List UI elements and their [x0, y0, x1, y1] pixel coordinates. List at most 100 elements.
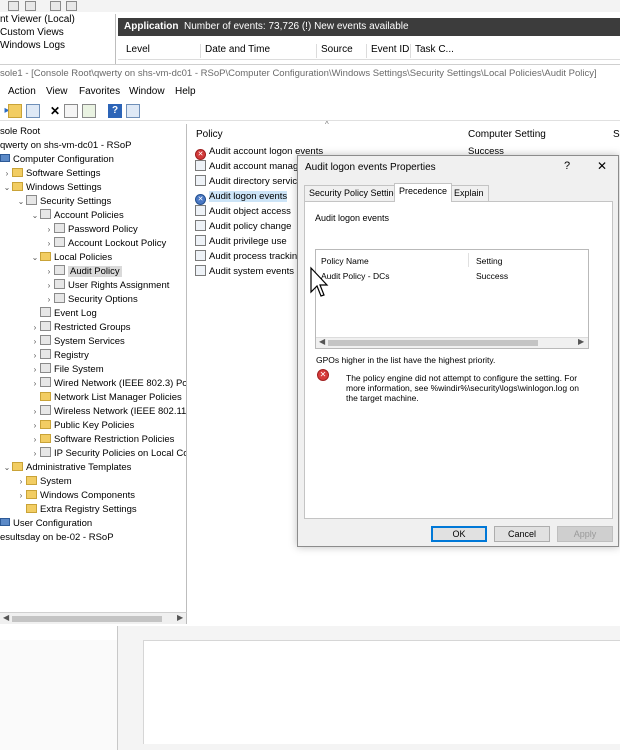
chevron-right-icon[interactable]: › [16, 475, 26, 489]
chevron-down-icon[interactable]: ⌄ [16, 195, 26, 209]
policy-row-selected[interactable]: ✕ Audit logon events [195, 190, 288, 205]
help-button[interactable]: ? [564, 160, 570, 172]
chevron-right-icon[interactable]: › [30, 419, 40, 433]
tab-explain[interactable]: Explain [449, 185, 489, 201]
custom-views-tree-item[interactable]: Custom Views [0, 27, 64, 38]
chevron-down-icon[interactable]: ⌄ [30, 251, 40, 265]
chevron-down-icon[interactable]: ⌄ [2, 461, 12, 475]
tree-item-event-log[interactable]: Event Log [30, 307, 97, 321]
chevron-down-icon[interactable]: ⌄ [2, 181, 12, 195]
scroll-right-icon[interactable]: ▶ [578, 337, 584, 346]
column-source[interactable]: Source [316, 44, 353, 58]
tree-item-account-lockout-policy[interactable]: › Account Lockout Policy [44, 237, 166, 251]
column-level[interactable]: Level [122, 44, 150, 58]
tree-horizontal-scrollbar[interactable]: ◀ ▶ [0, 612, 187, 624]
tree-item-network-list-manager[interactable]: Network List Manager Policies [30, 391, 182, 405]
precedence-column-policy-name[interactable]: Policy Name [321, 256, 369, 266]
tree-item-user-configuration[interactable]: User Configuration [0, 517, 92, 531]
tree-item-registry[interactable]: › Registry [30, 349, 89, 363]
chevron-down-icon[interactable]: ⌄ [30, 209, 40, 223]
tree-item-wireless-network[interactable]: › Wireless Network (IEEE 802.11) P [30, 405, 186, 419]
toolbar-icon[interactable] [66, 1, 77, 11]
chevron-right-icon[interactable]: › [44, 293, 54, 307]
chevron-right-icon[interactable]: › [30, 377, 40, 391]
scrollbar-thumb[interactable] [12, 616, 162, 622]
tree-item-windows-settings[interactable]: ⌄ Windows Settings [2, 181, 102, 195]
tree-item-public-key-policies[interactable]: › Public Key Policies [30, 419, 134, 433]
help-icon[interactable] [50, 1, 61, 11]
policy-row[interactable]: Audit policy change [195, 220, 291, 234]
toolbar-icon[interactable] [8, 1, 19, 11]
column-task-category[interactable]: Task C... [410, 44, 454, 58]
help-pane-icon[interactable] [126, 104, 140, 118]
policy-row[interactable]: Audit directory servic [195, 175, 297, 189]
scroll-right-icon[interactable]: ▶ [177, 613, 183, 622]
tree-item-security-settings[interactable]: ⌄ Security Settings [16, 195, 111, 209]
delete-icon[interactable]: ✕ [48, 104, 62, 118]
up-folder-icon[interactable] [8, 104, 22, 118]
chevron-right-icon[interactable]: › [44, 265, 54, 279]
chevron-right-icon[interactable]: › [44, 237, 54, 251]
tab-security-policy-setting[interactable]: Security Policy Setting [304, 185, 404, 201]
chevron-right-icon[interactable]: › [30, 363, 40, 377]
tree-item-file-system[interactable]: › File System [30, 363, 104, 377]
menu-help[interactable]: Help [175, 86, 196, 97]
tree-item-extra-registry-settings[interactable]: Extra Registry Settings [16, 503, 137, 517]
toolbar-icon[interactable] [25, 1, 36, 11]
tree-item-console-root[interactable]: sole Root [0, 125, 40, 139]
policy-row[interactable]: Audit object access [195, 205, 291, 219]
menu-action[interactable]: Action [8, 86, 36, 97]
policy-row[interactable]: Audit process tracking [195, 250, 302, 264]
export-icon[interactable] [82, 104, 96, 118]
tree-item-user-rights-assignment[interactable]: › User Rights Assignment [44, 279, 169, 293]
policy-row[interactable]: Audit system events [195, 265, 294, 279]
tree-item-system-services[interactable]: › System Services [30, 335, 125, 349]
chevron-right-icon[interactable]: › [30, 405, 40, 419]
precedence-list[interactable]: Policy Name Setting Audit Policy - DCs S… [315, 249, 589, 349]
chevron-right-icon[interactable]: › [30, 349, 40, 363]
tree-item-software-settings[interactable]: › Software Settings [2, 167, 100, 181]
ok-button[interactable]: OK [431, 526, 487, 542]
policy-row[interactable]: Audit account manag [195, 160, 298, 174]
tree-item-system[interactable]: › System [16, 475, 72, 489]
help-icon[interactable]: ? [108, 104, 122, 118]
tree-item-windows-components[interactable]: › Windows Components [16, 489, 135, 503]
tree-item-account-policies[interactable]: ⌄ Account Policies [30, 209, 124, 223]
column-event-id[interactable]: Event ID [366, 44, 409, 58]
properties-icon[interactable] [64, 104, 78, 118]
tree-item-computer-configuration[interactable]: Computer Configuration [0, 153, 114, 167]
tree-item-software-restriction[interactable]: › Software Restriction Policies [30, 433, 174, 447]
windows-logs-tree-item[interactable]: Windows Logs [0, 40, 65, 51]
column-policy[interactable]: Policy [196, 129, 223, 140]
chevron-right-icon[interactable]: › [44, 279, 54, 293]
cancel-button[interactable]: Cancel [494, 526, 550, 542]
policy-row[interactable]: Audit privilege use [195, 235, 287, 249]
tree-item-restricted-groups[interactable]: › Restricted Groups [30, 321, 131, 335]
menu-view[interactable]: View [46, 86, 68, 97]
scroll-left-icon[interactable]: ◀ [3, 613, 9, 622]
tree-item-administrative-templates[interactable]: ⌄ Administrative Templates [2, 461, 131, 475]
precedence-row-policy[interactable]: Audit Policy - DCs [321, 271, 390, 281]
chevron-right-icon[interactable]: › [30, 433, 40, 447]
chevron-right-icon[interactable]: › [30, 321, 40, 335]
tree-item-wired-network[interactable]: › Wired Network (IEEE 802.3) Polic [30, 377, 186, 391]
column-date-time[interactable]: Date and Time [200, 44, 270, 58]
chevron-right-icon[interactable]: › [2, 167, 12, 181]
column-computer-setting[interactable]: Computer Setting [468, 129, 546, 140]
precedence-column-setting[interactable]: Setting [476, 256, 502, 266]
tree-item-ip-security-policies[interactable]: › IP Security Policies on Local Cor [30, 447, 186, 461]
chevron-right-icon[interactable]: › [16, 489, 26, 503]
menu-favorites[interactable]: Favorites [79, 86, 120, 97]
tree-item-password-policy[interactable]: › Password Policy [44, 223, 138, 237]
close-icon[interactable]: ✕ [595, 159, 609, 173]
tree-item-rsop-2[interactable]: esultsday on be-02 - RSoP [0, 531, 114, 545]
menu-window[interactable]: Window [129, 86, 165, 97]
chevron-right-icon[interactable]: › [30, 335, 40, 349]
tree-item-security-options[interactable]: › Security Options [44, 293, 138, 307]
event-viewer-tree-item[interactable]: nt Viewer (Local) [0, 14, 75, 25]
tab-precedence[interactable]: Precedence [394, 183, 453, 202]
scroll-left-icon[interactable]: ◀ [319, 337, 325, 346]
chevron-right-icon[interactable]: › [30, 447, 40, 461]
column-source-truncated[interactable]: S [613, 129, 620, 140]
scrollbar-thumb[interactable] [328, 340, 538, 346]
